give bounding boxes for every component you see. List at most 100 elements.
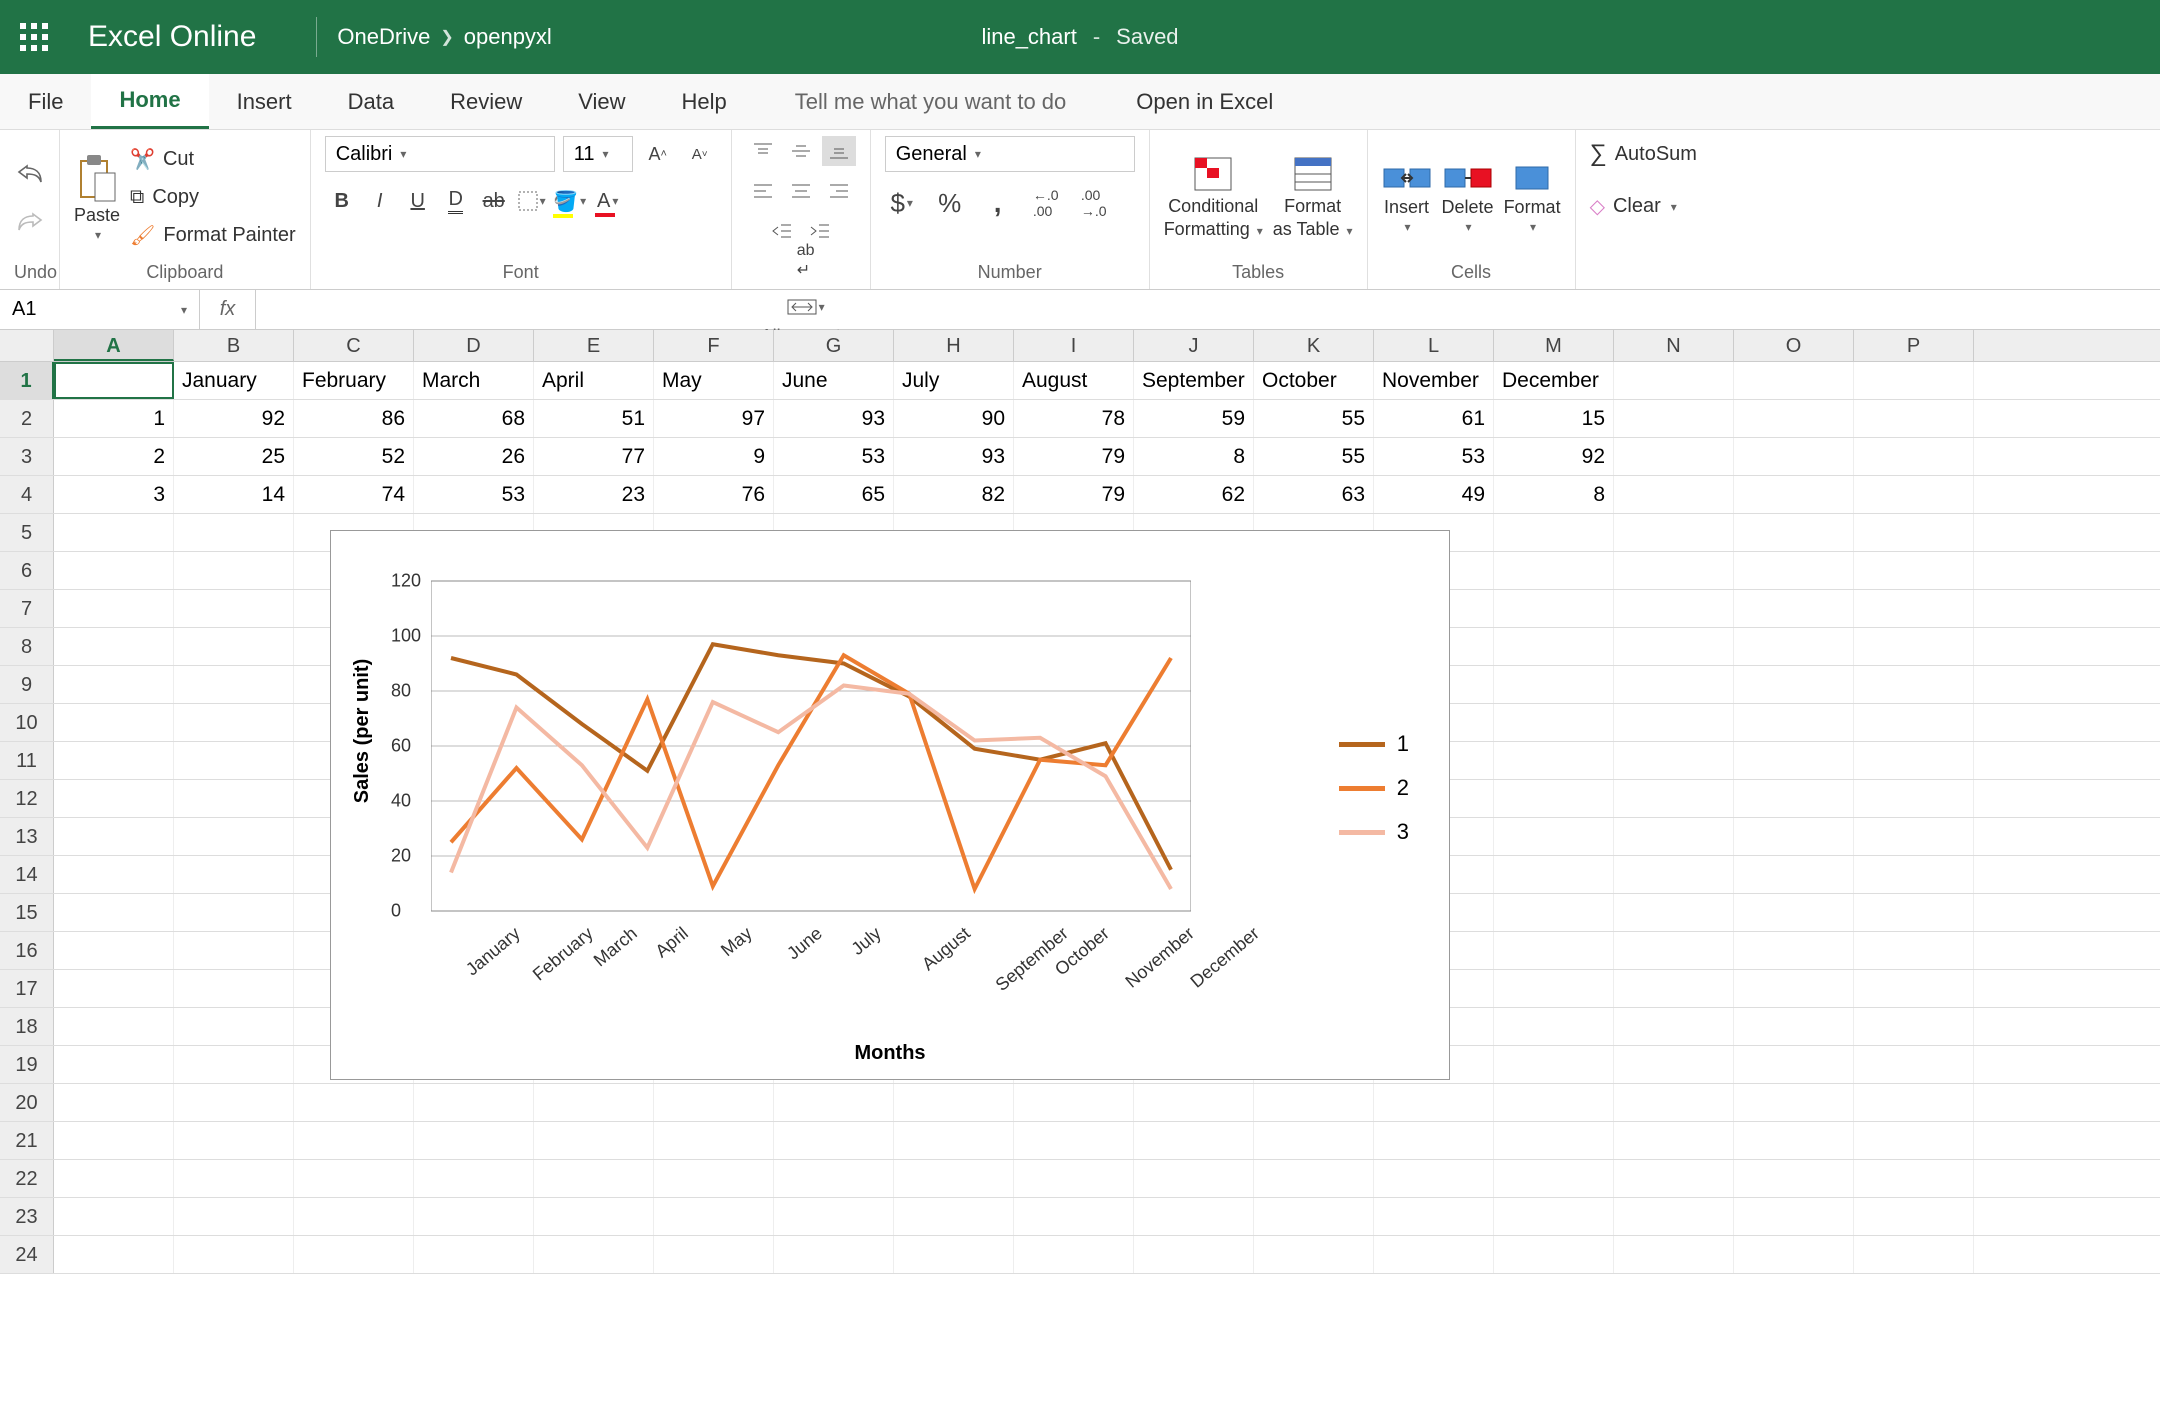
align-bottom-button[interactable] <box>822 136 856 166</box>
column-header[interactable]: G <box>774 330 894 361</box>
cell[interactable] <box>1014 1160 1134 1197</box>
shrink-font-button[interactable]: A˅ <box>683 139 717 169</box>
cell[interactable] <box>894 1122 1014 1159</box>
cell[interactable] <box>1854 590 1974 627</box>
cell[interactable] <box>1134 1236 1254 1273</box>
cell[interactable] <box>1854 438 1974 475</box>
row-header[interactable]: 15 <box>0 894 54 931</box>
cell[interactable]: 1 <box>54 400 174 437</box>
cell[interactable] <box>1614 666 1734 703</box>
cell[interactable] <box>1494 1122 1614 1159</box>
comma-style-button[interactable]: , <box>981 188 1015 218</box>
cell[interactable] <box>174 1236 294 1273</box>
cell[interactable] <box>1614 894 1734 931</box>
cell[interactable] <box>174 1198 294 1235</box>
cell[interactable] <box>774 1236 894 1273</box>
cell[interactable] <box>1494 704 1614 741</box>
cell[interactable] <box>1494 856 1614 893</box>
cell[interactable]: May <box>654 362 774 399</box>
cell[interactable] <box>1254 1084 1374 1121</box>
cell[interactable] <box>54 666 174 703</box>
cell[interactable] <box>174 818 294 855</box>
cell[interactable] <box>1734 780 1854 817</box>
row-header[interactable]: 1 <box>0 362 54 399</box>
cell[interactable] <box>174 742 294 779</box>
cell[interactable] <box>174 666 294 703</box>
cell[interactable] <box>1494 1198 1614 1235</box>
cell[interactable] <box>1614 742 1734 779</box>
grow-font-button[interactable]: A˄ <box>641 139 675 169</box>
cell[interactable]: January <box>174 362 294 399</box>
align-center-button[interactable] <box>784 176 818 206</box>
underline-button[interactable]: U <box>401 186 435 216</box>
cell[interactable] <box>54 1008 174 1045</box>
cell[interactable] <box>414 1198 534 1235</box>
cell[interactable] <box>1014 1236 1134 1273</box>
cell[interactable] <box>1854 1008 1974 1045</box>
cell[interactable] <box>1734 362 1854 399</box>
row-header[interactable]: 11 <box>0 742 54 779</box>
cell[interactable]: 2 <box>54 438 174 475</box>
row-header[interactable]: 7 <box>0 590 54 627</box>
cell[interactable] <box>1734 856 1854 893</box>
row-header[interactable]: 21 <box>0 1122 54 1159</box>
cell[interactable] <box>1854 856 1974 893</box>
column-header[interactable]: P <box>1854 330 1974 361</box>
cell[interactable] <box>1734 742 1854 779</box>
cell[interactable] <box>54 1122 174 1159</box>
cell[interactable] <box>1614 552 1734 589</box>
cell[interactable] <box>414 1084 534 1121</box>
cell[interactable]: 79 <box>1014 438 1134 475</box>
cell[interactable] <box>54 1084 174 1121</box>
cell[interactable] <box>1614 1008 1734 1045</box>
cell[interactable] <box>1614 1046 1734 1083</box>
cell[interactable]: 52 <box>294 438 414 475</box>
cell[interactable] <box>294 1122 414 1159</box>
row-header[interactable]: 24 <box>0 1236 54 1273</box>
cell[interactable] <box>1854 818 1974 855</box>
align-right-button[interactable] <box>822 176 856 206</box>
format-as-table-button[interactable]: Format as Table ▾ <box>1273 154 1353 240</box>
cell[interactable] <box>654 1084 774 1121</box>
breadcrumb-root[interactable]: OneDrive <box>337 24 430 50</box>
row-header[interactable]: 6 <box>0 552 54 589</box>
align-middle-button[interactable] <box>784 136 818 166</box>
cell[interactable]: 93 <box>774 400 894 437</box>
cell[interactable] <box>654 1160 774 1197</box>
cell[interactable]: 77 <box>534 438 654 475</box>
row-header[interactable]: 20 <box>0 1084 54 1121</box>
cell[interactable]: 49 <box>1374 476 1494 513</box>
cell[interactable] <box>1254 1122 1374 1159</box>
percent-button[interactable]: % <box>933 188 967 218</box>
cell[interactable] <box>1734 970 1854 1007</box>
cell[interactable] <box>174 932 294 969</box>
cell[interactable] <box>1614 970 1734 1007</box>
cell[interactable] <box>1134 1160 1254 1197</box>
cell[interactable] <box>1734 894 1854 931</box>
cell[interactable] <box>54 362 174 399</box>
cell[interactable] <box>1374 1198 1494 1235</box>
redo-button[interactable] <box>13 206 47 236</box>
cell[interactable]: 97 <box>654 400 774 437</box>
cell[interactable] <box>1734 818 1854 855</box>
row-header[interactable]: 10 <box>0 704 54 741</box>
cell[interactable] <box>1854 1160 1974 1197</box>
row-header[interactable]: 8 <box>0 628 54 665</box>
cell[interactable] <box>894 1236 1014 1273</box>
cell[interactable] <box>1134 1122 1254 1159</box>
cell[interactable]: 92 <box>1494 438 1614 475</box>
cell[interactable] <box>54 1160 174 1197</box>
cell[interactable]: 8 <box>1134 438 1254 475</box>
cell[interactable] <box>1614 628 1734 665</box>
cell[interactable] <box>1494 514 1614 551</box>
cell[interactable]: 78 <box>1014 400 1134 437</box>
cell[interactable] <box>894 1198 1014 1235</box>
format-cells-button[interactable]: Format ▾ <box>1504 161 1561 234</box>
cell[interactable] <box>1854 932 1974 969</box>
row-header[interactable]: 18 <box>0 1008 54 1045</box>
app-launcher-icon[interactable] <box>20 23 48 51</box>
cell[interactable] <box>774 1160 894 1197</box>
cell[interactable] <box>1734 400 1854 437</box>
cell[interactable] <box>1734 476 1854 513</box>
cell[interactable]: 92 <box>174 400 294 437</box>
